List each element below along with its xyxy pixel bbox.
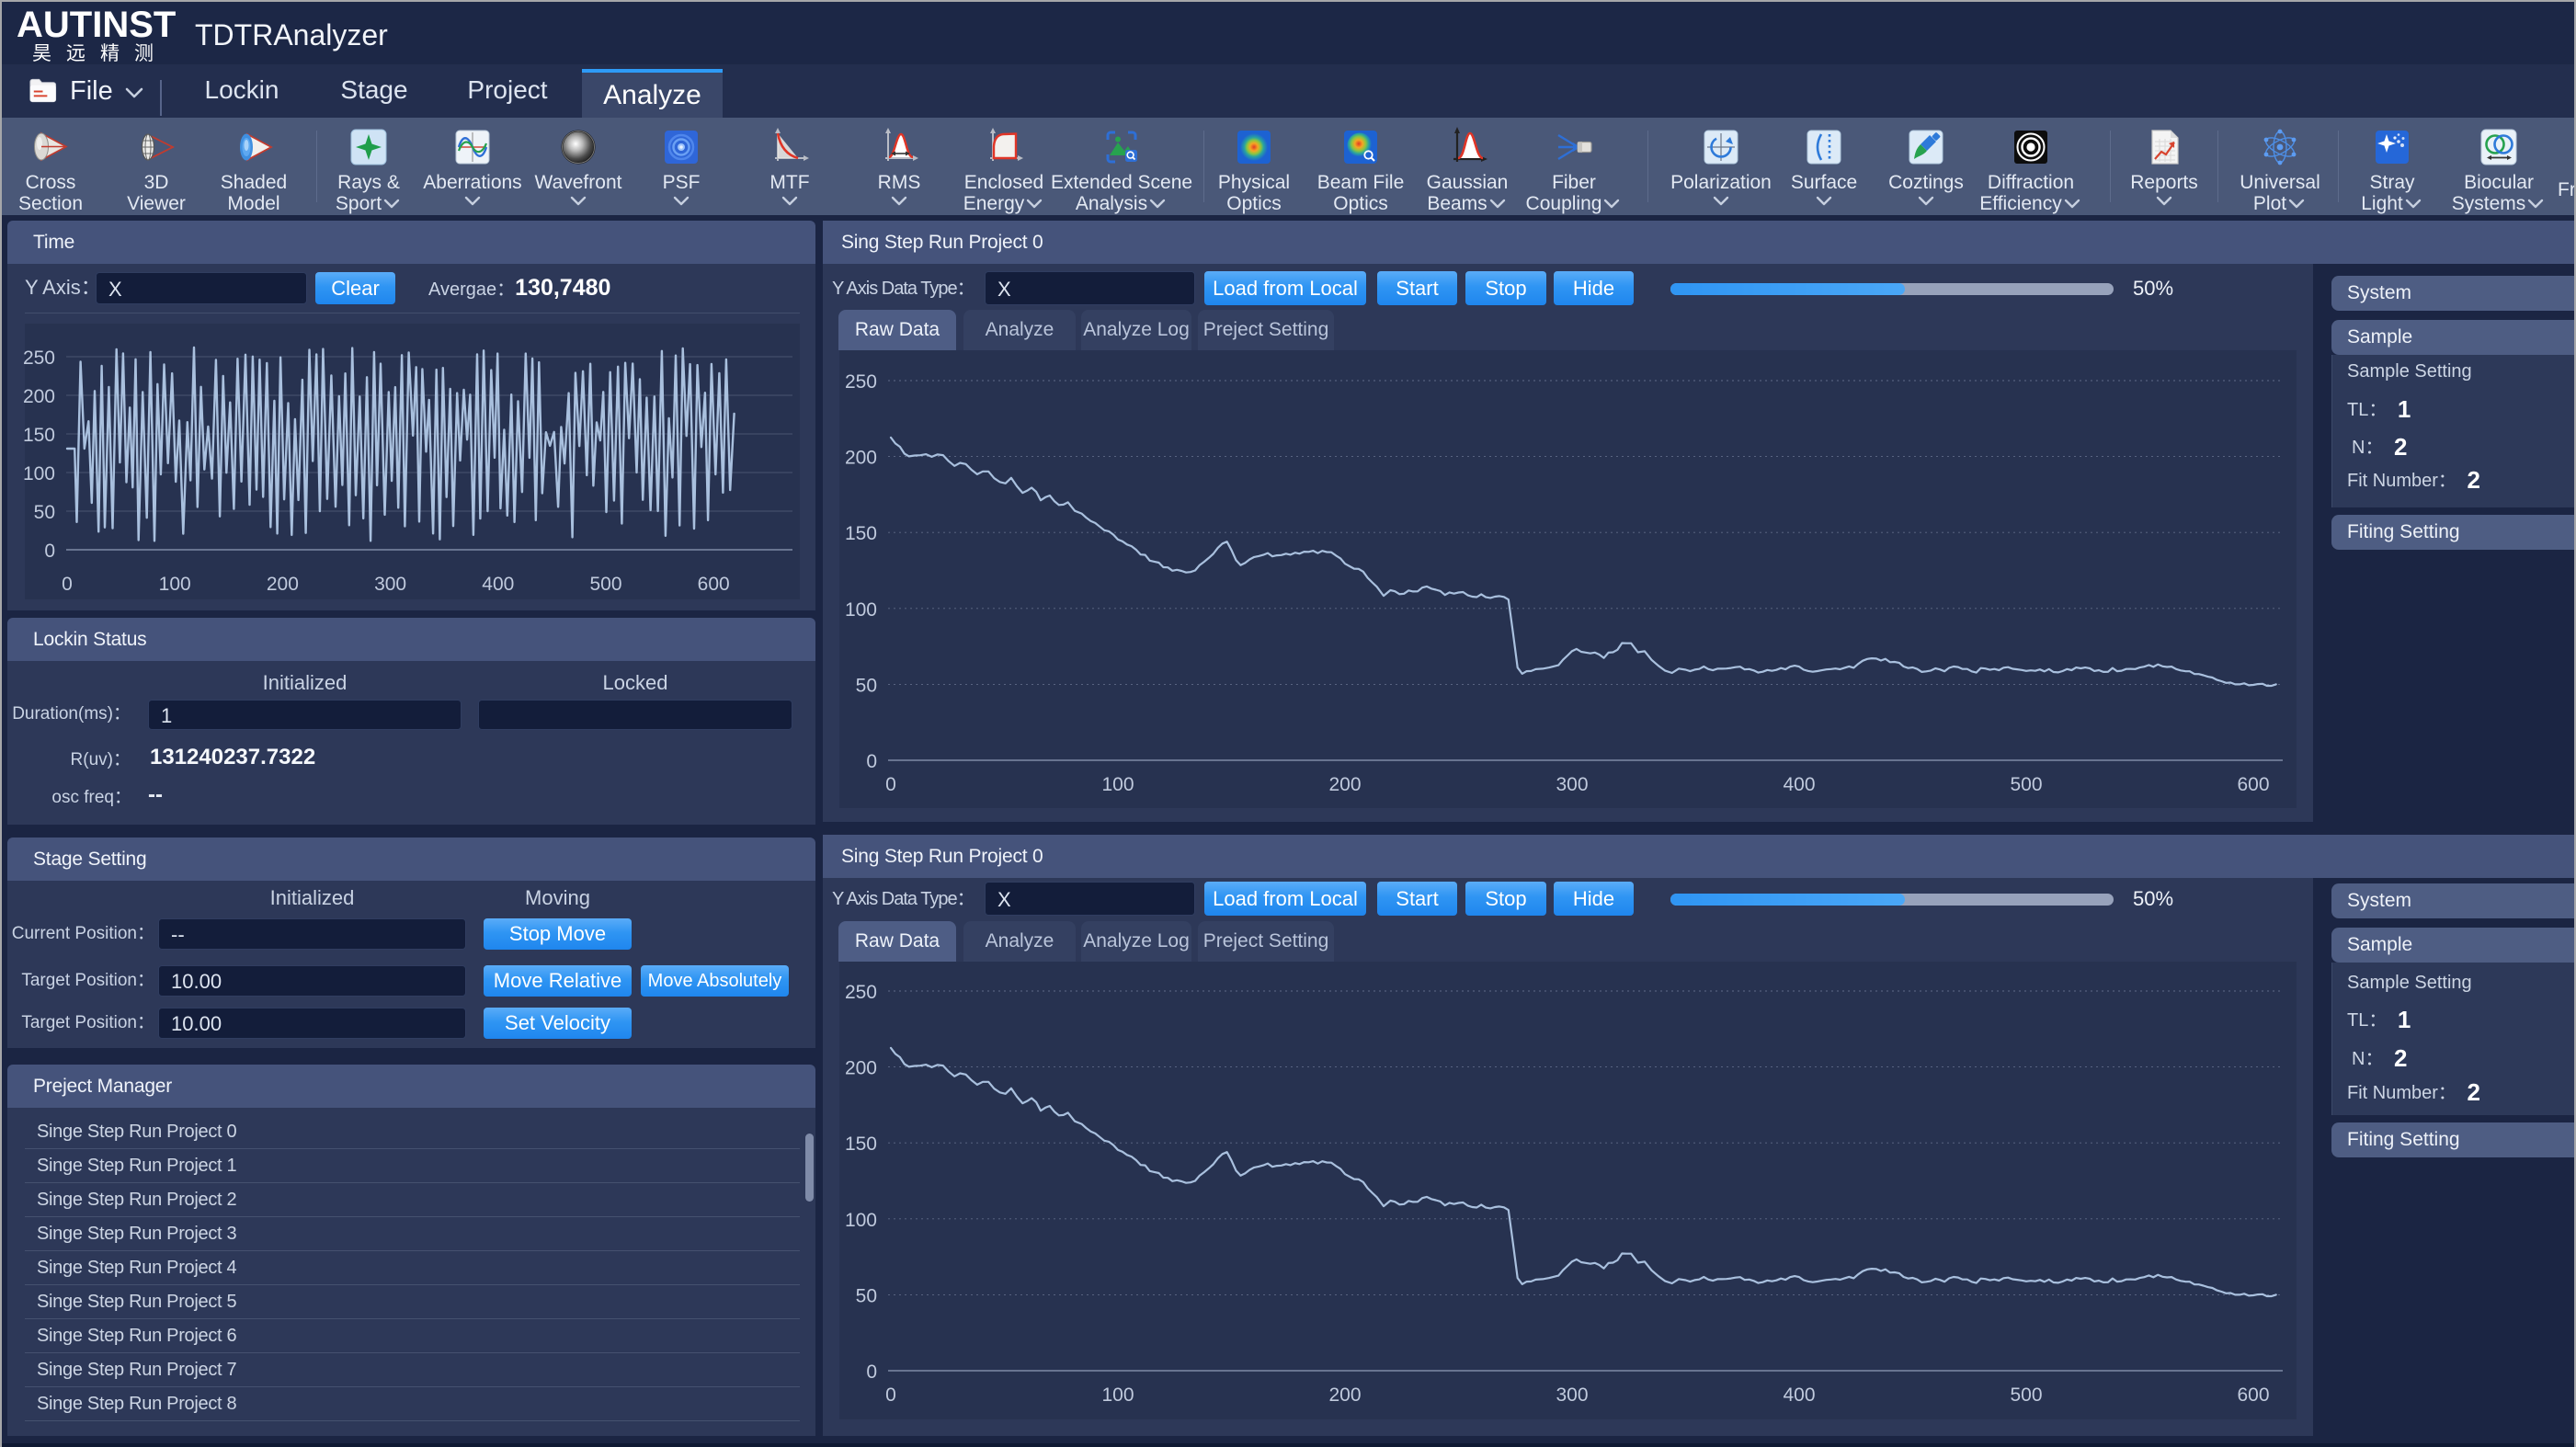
svg-text:0: 0 xyxy=(885,1384,896,1406)
svg-text:600: 600 xyxy=(2237,1384,2269,1406)
svg-text:50: 50 xyxy=(856,1285,877,1306)
svg-text:150: 150 xyxy=(845,523,877,544)
svg-text:200: 200 xyxy=(23,386,55,407)
svg-text:250: 250 xyxy=(845,371,877,393)
svg-text:150: 150 xyxy=(845,1134,877,1155)
svg-text:600: 600 xyxy=(698,574,730,595)
svg-text:100: 100 xyxy=(845,1210,877,1231)
svg-text:100: 100 xyxy=(1101,774,1134,795)
svg-text:0: 0 xyxy=(44,541,55,562)
svg-text:400: 400 xyxy=(1783,1384,1815,1406)
svg-text:400: 400 xyxy=(482,574,514,595)
svg-text:200: 200 xyxy=(1328,1384,1361,1406)
svg-text:100: 100 xyxy=(159,574,191,595)
svg-text:100: 100 xyxy=(845,599,877,621)
svg-text:0: 0 xyxy=(866,1362,877,1383)
svg-text:400: 400 xyxy=(1783,774,1815,795)
svg-text:500: 500 xyxy=(2010,1384,2042,1406)
svg-text:200: 200 xyxy=(845,448,877,469)
svg-text:50: 50 xyxy=(34,502,55,523)
svg-text:500: 500 xyxy=(2010,774,2042,795)
svg-text:0: 0 xyxy=(62,574,73,595)
svg-text:100: 100 xyxy=(1101,1384,1134,1406)
svg-text:100: 100 xyxy=(23,463,55,484)
svg-text:200: 200 xyxy=(845,1058,877,1079)
svg-text:200: 200 xyxy=(267,574,299,595)
svg-text:300: 300 xyxy=(374,574,406,595)
svg-text:250: 250 xyxy=(845,982,877,1003)
svg-text:50: 50 xyxy=(856,675,877,696)
svg-text:300: 300 xyxy=(1556,774,1588,795)
svg-text:150: 150 xyxy=(23,425,55,446)
svg-text:600: 600 xyxy=(2237,774,2269,795)
svg-text:500: 500 xyxy=(589,574,621,595)
svg-text:0: 0 xyxy=(885,774,896,795)
svg-text:250: 250 xyxy=(23,348,55,369)
svg-text:200: 200 xyxy=(1328,774,1361,795)
svg-text:0: 0 xyxy=(866,751,877,772)
svg-text:300: 300 xyxy=(1556,1384,1588,1406)
